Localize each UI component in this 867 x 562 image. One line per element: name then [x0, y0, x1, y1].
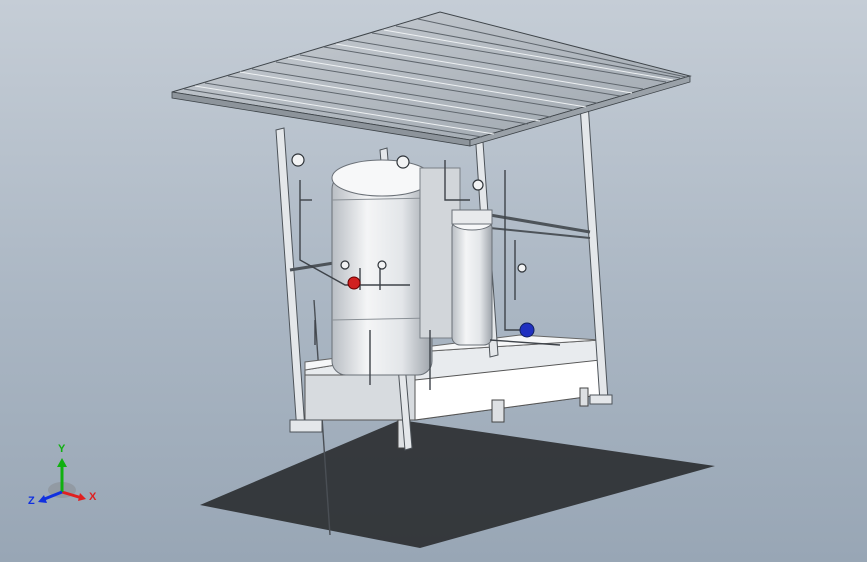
red-valve	[347, 276, 361, 290]
roof-canopy	[171, 11, 692, 147]
small-tank	[451, 209, 493, 346]
skid-assembly-model[interactable]	[0, 0, 867, 562]
ground-shadow	[200, 420, 715, 548]
triad-z-label: Z	[28, 495, 35, 507]
graphics-viewport[interactable]: Y X Z	[0, 0, 867, 562]
blue-pump	[519, 322, 535, 338]
triad-x-label: X	[89, 491, 97, 503]
triad-y-label: Y	[58, 443, 66, 455]
